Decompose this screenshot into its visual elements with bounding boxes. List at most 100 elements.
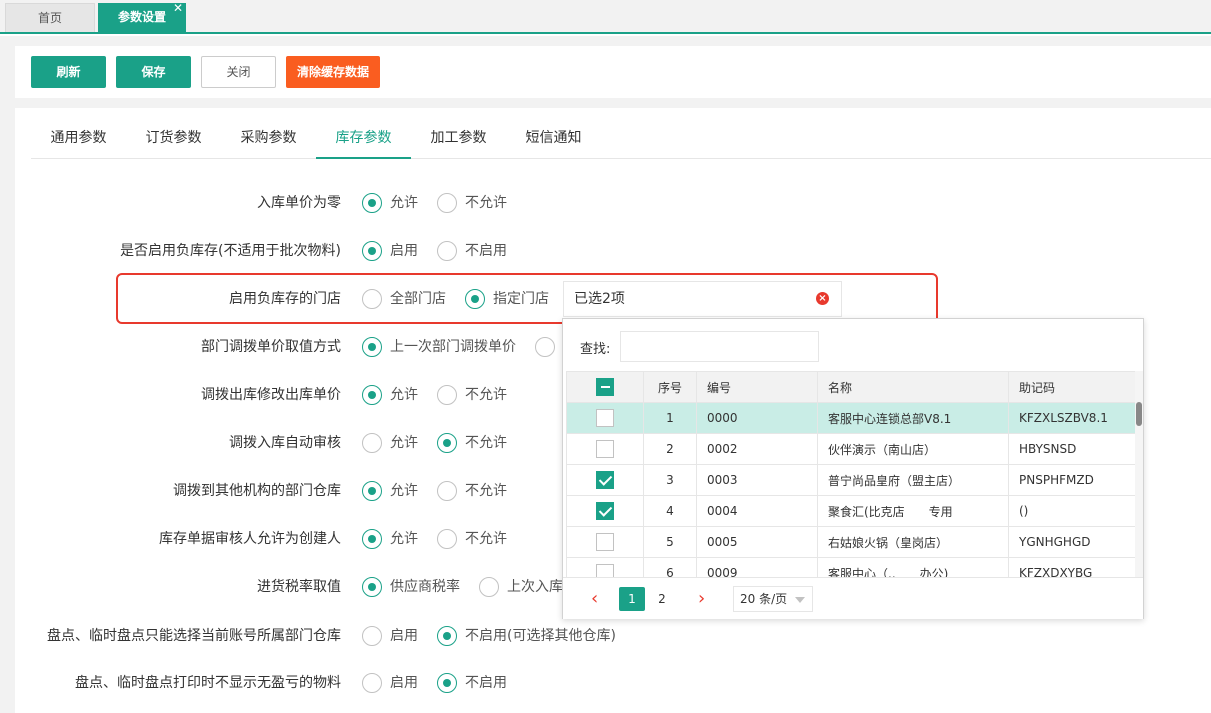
radio-circle: [437, 673, 457, 693]
select-all-checkbox[interactable]: [596, 378, 614, 396]
radio-disable[interactable]: 不启用: [437, 673, 507, 693]
row-checkbox[interactable]: [596, 564, 614, 577]
radio-label: 供应商税率: [390, 579, 460, 595]
radio-last-inbound[interactable]: 上次入库: [479, 577, 563, 597]
tab-purchasing[interactable]: 采购参数: [221, 118, 316, 159]
radio-disallow[interactable]: 不允许: [437, 481, 507, 501]
row-checkbox[interactable]: [596, 502, 614, 520]
setting-row: 盘点、临时盘点只能选择当前账号所属部门仓库 启用 不启用(可选择其他仓库): [0, 621, 1211, 651]
radio-circle: [437, 193, 457, 213]
radio-enable[interactable]: 启用: [362, 626, 418, 646]
radio-disallow[interactable]: 不允许: [437, 193, 507, 213]
radio-disable[interactable]: 不启用(可选择其他仓库): [437, 626, 616, 646]
row-checkbox[interactable]: [596, 409, 614, 427]
cell-mnemonic: PNSPHFMZD: [1008, 464, 1135, 496]
cell-code: 0003: [696, 464, 818, 496]
radio-label: 不启用: [465, 243, 507, 259]
toolbar: 刷新 保存 关闭 清除缓存数据: [15, 46, 1211, 98]
radio-circle: [437, 529, 457, 549]
table-row[interactable]: 2 0002 伙伴演示（南山店） HBYSNSD: [566, 433, 1135, 465]
radio-allow[interactable]: 允许: [362, 433, 418, 453]
close-icon[interactable]: ✕: [173, 0, 183, 23]
radio-enable[interactable]: 启用: [362, 241, 418, 261]
radio-label: 不允许: [465, 435, 507, 451]
table-row[interactable]: 3 0003 普宁尚品皇府（盟主店） PNSPHFMZD: [566, 464, 1135, 496]
radio-last-transfer-price[interactable]: 上一次部门调拨单价: [362, 337, 516, 357]
radio-label: 上次入库: [507, 579, 563, 595]
radio-circle: [362, 289, 382, 309]
radio-label: 不允许: [465, 483, 507, 499]
radio-circle: [362, 577, 382, 597]
cell-code: 0004: [696, 495, 818, 527]
page-1-button[interactable]: 1: [619, 587, 645, 611]
refresh-button[interactable]: 刷新: [31, 56, 106, 88]
store-table: 序号 编号 名称 助记码 1 0000 客服中心连锁总部V8.1 KFZXLSZBV8…: [566, 371, 1135, 577]
store-picker-dropdown: 查找: 序号 编号 名称 助记码 1 0000 客服中心连锁总部V8.1 KFZXLS…: [562, 318, 1144, 619]
prev-page-button[interactable]: ‹: [591, 590, 598, 608]
tab-processing[interactable]: 加工参数: [411, 118, 506, 159]
tab-sms[interactable]: 短信通知: [506, 118, 601, 159]
radio-circle: [362, 673, 382, 693]
cell-mnemonic: YGNHGHGD: [1008, 526, 1135, 558]
cell-mnemonic: KFZXDXYBG: [1008, 557, 1135, 577]
clear-cache-button[interactable]: 清除缓存数据: [286, 56, 380, 88]
column-header: 助记码: [1008, 371, 1135, 403]
tab-general[interactable]: 通用参数: [31, 118, 126, 159]
cell-code: 0009: [696, 557, 818, 577]
tab-ordering[interactable]: 订货参数: [126, 118, 221, 159]
table-row[interactable]: 1 0000 客服中心连锁总部V8.1 KFZXLSZBV8.1: [566, 402, 1135, 434]
tab-inventory[interactable]: 库存参数: [316, 118, 411, 159]
save-button[interactable]: 保存: [116, 56, 191, 88]
column-header: 编号: [696, 371, 818, 403]
radio-label: 启用: [390, 243, 418, 259]
row-checkbox[interactable]: [596, 471, 614, 489]
setting-label: 调拨出库修改出库单价: [201, 387, 341, 403]
radio-allow[interactable]: 允许: [362, 481, 418, 501]
store-select-input[interactable]: 已选2项 ×: [563, 281, 842, 317]
page-2-button[interactable]: 2: [651, 587, 673, 611]
tab-home[interactable]: 首页: [5, 3, 95, 32]
row-checkbox[interactable]: [596, 440, 614, 458]
setting-label: 调拨到其他机构的部门仓库: [173, 483, 341, 499]
tab-params-label: 参数设置: [117, 10, 166, 24]
setting-label: 部门调拨单价取值方式: [201, 339, 341, 355]
pagination: ‹ 1 2 › 20 条/页: [563, 577, 1143, 619]
radio-allow[interactable]: 允许: [362, 529, 418, 549]
radio-disallow[interactable]: 不允许: [437, 433, 507, 453]
page-size-select[interactable]: 20 条/页: [733, 586, 813, 612]
setting-label: 盘点、临时盘点只能选择当前账号所属部门仓库: [47, 628, 341, 644]
radio-supplier-tax[interactable]: 供应商税率: [362, 577, 460, 597]
radio-disallow[interactable]: 不允许: [437, 385, 507, 405]
cell-seq: 4: [643, 495, 697, 527]
cell-code: 0002: [696, 433, 818, 465]
radio-option-hidden[interactable]: [535, 337, 563, 357]
setting-label: 入库单价为零: [257, 195, 341, 211]
next-page-button[interactable]: ›: [698, 590, 705, 608]
row-checkbox[interactable]: [596, 533, 614, 551]
cell-mnemonic: HBYSNSD: [1008, 433, 1135, 465]
radio-circle: [437, 385, 457, 405]
clear-icon[interactable]: ×: [816, 292, 829, 305]
close-button[interactable]: 关闭: [201, 56, 276, 88]
radio-allow[interactable]: 允许: [362, 385, 418, 405]
setting-label: 进货税率取值: [257, 579, 341, 595]
radio-all-stores[interactable]: 全部门店: [362, 289, 446, 309]
radio-disallow[interactable]: 不允许: [437, 529, 507, 549]
table-row[interactable]: 6 0009 客服中心（.. 办公) KFZXDXYBG: [566, 557, 1135, 577]
radio-disable[interactable]: 不启用: [437, 241, 507, 261]
radio-allow[interactable]: 允许: [362, 193, 418, 213]
radio-enable[interactable]: 启用: [362, 673, 418, 693]
radio-label: 允许: [390, 531, 418, 547]
radio-specified-stores[interactable]: 指定门店: [465, 289, 549, 309]
store-select-value: 已选2项: [574, 291, 625, 307]
select-all-cell: [566, 371, 644, 403]
table-row[interactable]: 4 0004 聚食汇(比克店 专用(): [566, 495, 1135, 527]
radio-label: 允许: [390, 195, 418, 211]
scrollbar-thumb[interactable]: [1136, 402, 1142, 426]
table-row[interactable]: 5 0005 右姑娘火锅（皇岗店） YGNHGHGD: [566, 526, 1135, 558]
search-input[interactable]: [620, 331, 819, 362]
tab-params-settings[interactable]: 参数设置 ✕: [98, 0, 186, 32]
radio-circle: [362, 337, 382, 357]
checkbox-cell: [566, 464, 644, 496]
table-scrollbar[interactable]: [1135, 371, 1143, 577]
